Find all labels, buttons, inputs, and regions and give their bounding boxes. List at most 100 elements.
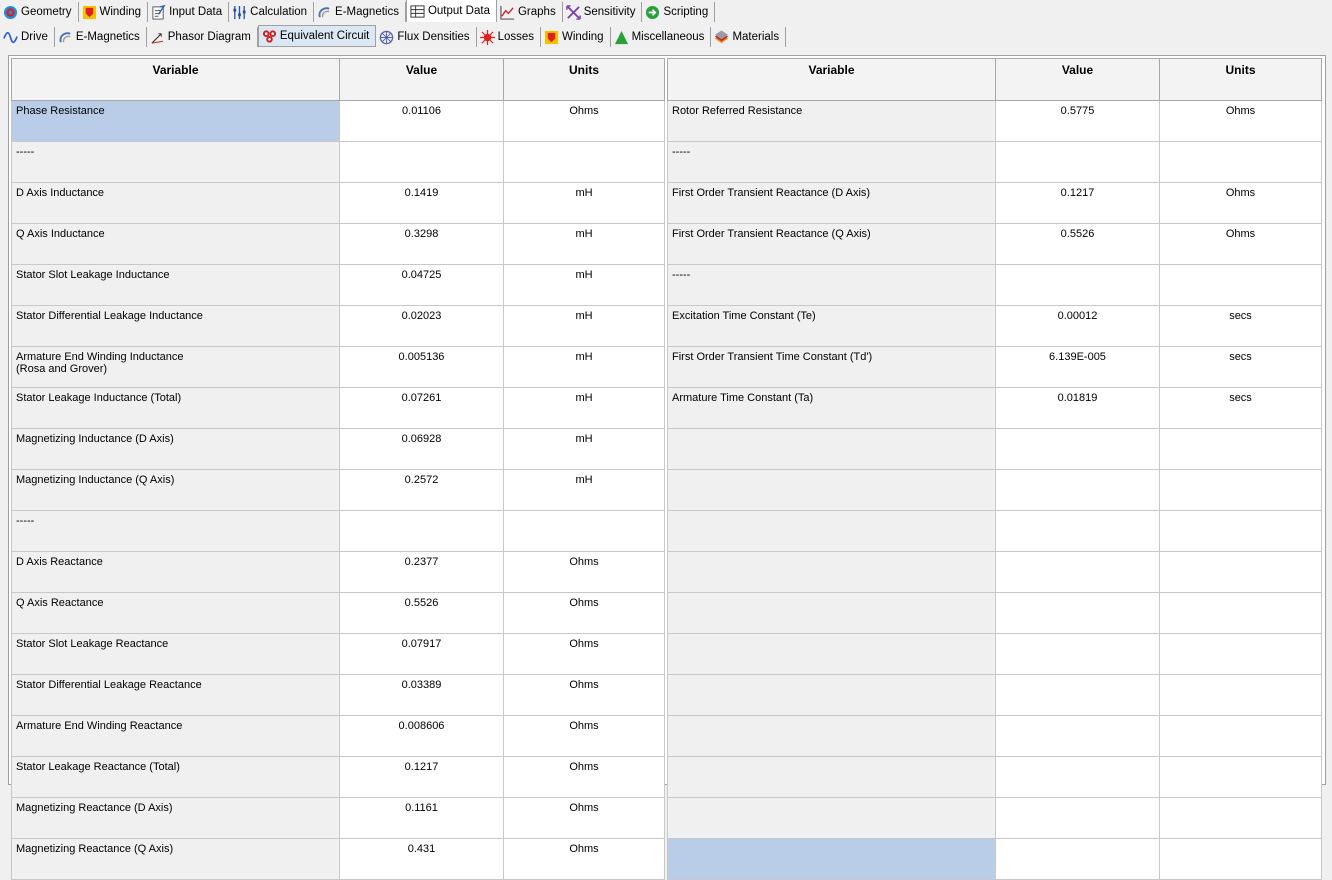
table-row[interactable]: Armature End Winding Reactance 0.008606 Oh… xyxy=(11,715,665,757)
variable-cell[interactable]: Excitation Time Constant (Te) xyxy=(667,305,996,347)
units-cell[interactable] xyxy=(1159,715,1322,757)
units-cell[interactable]: mH xyxy=(503,346,665,388)
table-row[interactable]: ----- xyxy=(11,141,665,183)
units-column-header[interactable]: Units xyxy=(503,58,665,101)
variable-cell[interactable]: Magnetizing Inductance (Q Axis) xyxy=(11,469,340,511)
subtab-losses[interactable]: Losses xyxy=(477,27,541,47)
variable-cell[interactable]: Armature Time Constant (Ta) xyxy=(667,387,996,429)
subtab-winding[interactable]: Winding xyxy=(541,27,611,47)
value-column-header[interactable]: Value xyxy=(339,58,504,101)
value-cell[interactable] xyxy=(995,756,1160,798)
units-cell[interactable]: mH xyxy=(503,305,665,347)
variable-cell[interactable]: Stator Differential Leakage Reactance xyxy=(11,674,340,716)
subtab-phasor-diagram[interactable]: Phasor Diagram xyxy=(147,27,258,47)
variable-cell[interactable] xyxy=(667,715,996,757)
value-cell[interactable]: 0.5775 xyxy=(995,100,1160,142)
table-row[interactable]: First Order Transient Reactance (Q Axis)… xyxy=(667,223,1322,265)
value-cell[interactable]: 0.1161 xyxy=(339,797,504,839)
table-row[interactable] xyxy=(667,838,1322,880)
table-row[interactable] xyxy=(667,592,1322,634)
table-row[interactable]: Stator Leakage Reactance (Total) 0.1217 Oh… xyxy=(11,756,665,798)
units-cell[interactable] xyxy=(1159,510,1322,552)
value-cell[interactable]: 0.2572 xyxy=(339,469,504,511)
value-cell[interactable] xyxy=(995,592,1160,634)
value-cell[interactable]: 0.01106 xyxy=(339,100,504,142)
units-cell[interactable] xyxy=(1159,756,1322,798)
tab-graphs[interactable]: Graphs xyxy=(497,2,563,22)
units-cell[interactable] xyxy=(1159,838,1322,880)
table-row[interactable]: Magnetizing Inductance (Q Axis) 0.2572 mH xyxy=(11,469,665,511)
table-row[interactable] xyxy=(667,428,1322,470)
value-cell[interactable]: 0.1419 xyxy=(339,182,504,224)
table-row[interactable]: Magnetizing Reactance (D Axis) 0.1161 Ohms xyxy=(11,797,665,839)
table-row[interactable]: Stator Leakage Inductance (Total) 0.07261… xyxy=(11,387,665,429)
value-cell[interactable] xyxy=(995,141,1160,183)
table-row[interactable]: Q Axis Reactance 0.5526 Ohms xyxy=(11,592,665,634)
variable-cell[interactable] xyxy=(667,510,996,552)
table-row[interactable]: ----- xyxy=(667,141,1322,183)
units-cell[interactable] xyxy=(1159,469,1322,511)
units-column-header[interactable]: Units xyxy=(1159,58,1322,101)
value-cell[interactable]: 0.04725 xyxy=(339,264,504,306)
variable-cell[interactable]: First Order Transient Reactance (D Axis) xyxy=(667,182,996,224)
variable-cell[interactable]: Stator Leakage Reactance (Total) xyxy=(11,756,340,798)
table-row[interactable]: Magnetizing Inductance (D Axis) 0.06928 mH xyxy=(11,428,665,470)
variable-cell[interactable] xyxy=(667,469,996,511)
units-cell[interactable]: Ohms xyxy=(503,551,665,593)
units-cell[interactable] xyxy=(1159,797,1322,839)
variable-cell[interactable]: Phase Resistance xyxy=(11,100,340,142)
units-cell[interactable] xyxy=(1159,264,1322,306)
table-row[interactable] xyxy=(667,510,1322,552)
units-cell[interactable] xyxy=(1159,674,1322,716)
units-cell[interactable]: Ohms xyxy=(503,838,665,880)
units-cell[interactable]: Ohms xyxy=(503,633,665,675)
variable-cell[interactable]: D Axis Inductance xyxy=(11,182,340,224)
subtab-drive[interactable]: Drive xyxy=(0,27,55,47)
value-cell[interactable]: 0.02023 xyxy=(339,305,504,347)
value-cell[interactable] xyxy=(995,551,1160,593)
variable-cell[interactable]: Armature End Winding Inductance (Rosa and… xyxy=(11,346,340,388)
variable-cell[interactable]: Armature End Winding Reactance xyxy=(11,715,340,757)
units-cell[interactable]: Ohms xyxy=(503,797,665,839)
table-row[interactable] xyxy=(667,674,1322,716)
table-row[interactable]: First Order Transient Reactance (D Axis)… xyxy=(667,182,1322,224)
units-cell[interactable] xyxy=(503,510,665,552)
table-row[interactable]: First Order Transient Time Constant (Td'… xyxy=(667,346,1322,388)
variable-cell[interactable]: Stator Slot Leakage Inductance xyxy=(11,264,340,306)
tab-winding[interactable]: Winding xyxy=(79,2,149,22)
value-cell[interactable]: 0.431 xyxy=(339,838,504,880)
variable-cell[interactable] xyxy=(667,674,996,716)
value-cell[interactable]: 0.008606 xyxy=(339,715,504,757)
table-row[interactable]: Armature End Winding Inductance (Rosa and… xyxy=(11,346,665,388)
units-cell[interactable]: Ohms xyxy=(1159,182,1322,224)
variable-cell[interactable]: Stator Differential Leakage Inductance xyxy=(11,305,340,347)
units-cell[interactable] xyxy=(503,141,665,183)
subtab-miscellaneous[interactable]: Miscellaneous xyxy=(611,27,712,47)
variable-cell[interactable]: ----- xyxy=(667,264,996,306)
value-cell[interactable]: 0.3298 xyxy=(339,223,504,265)
subtab-equivalent-circuit[interactable]: Equivalent Circuit xyxy=(257,25,377,47)
variable-cell[interactable] xyxy=(667,838,996,880)
value-cell[interactable] xyxy=(339,141,504,183)
value-cell[interactable] xyxy=(995,510,1160,552)
tab-geometry[interactable]: Geometry xyxy=(0,2,79,22)
units-cell[interactable]: mH xyxy=(503,469,665,511)
table-row[interactable]: Magnetizing Reactance (Q Axis) 0.431 Ohms xyxy=(11,838,665,880)
variable-cell[interactable]: ----- xyxy=(11,510,340,552)
value-cell[interactable] xyxy=(995,715,1160,757)
tab-input-data[interactable]: Input Data xyxy=(148,2,230,22)
value-cell[interactable]: 0.005136 xyxy=(339,346,504,388)
units-cell[interactable] xyxy=(1159,551,1322,593)
value-column-header[interactable]: Value xyxy=(995,58,1160,101)
value-cell[interactable] xyxy=(995,264,1160,306)
table-row[interactable] xyxy=(667,469,1322,511)
variable-cell[interactable]: First Order Transient Reactance (Q Axis) xyxy=(667,223,996,265)
value-cell[interactable] xyxy=(995,797,1160,839)
variable-cell[interactable]: ----- xyxy=(667,141,996,183)
table-row[interactable] xyxy=(667,797,1322,839)
variable-cell[interactable]: Stator Slot Leakage Reactance xyxy=(11,633,340,675)
units-cell[interactable] xyxy=(1159,592,1322,634)
units-cell[interactable] xyxy=(1159,633,1322,675)
value-cell[interactable]: 6.139E-005 xyxy=(995,346,1160,388)
value-cell[interactable] xyxy=(995,838,1160,880)
